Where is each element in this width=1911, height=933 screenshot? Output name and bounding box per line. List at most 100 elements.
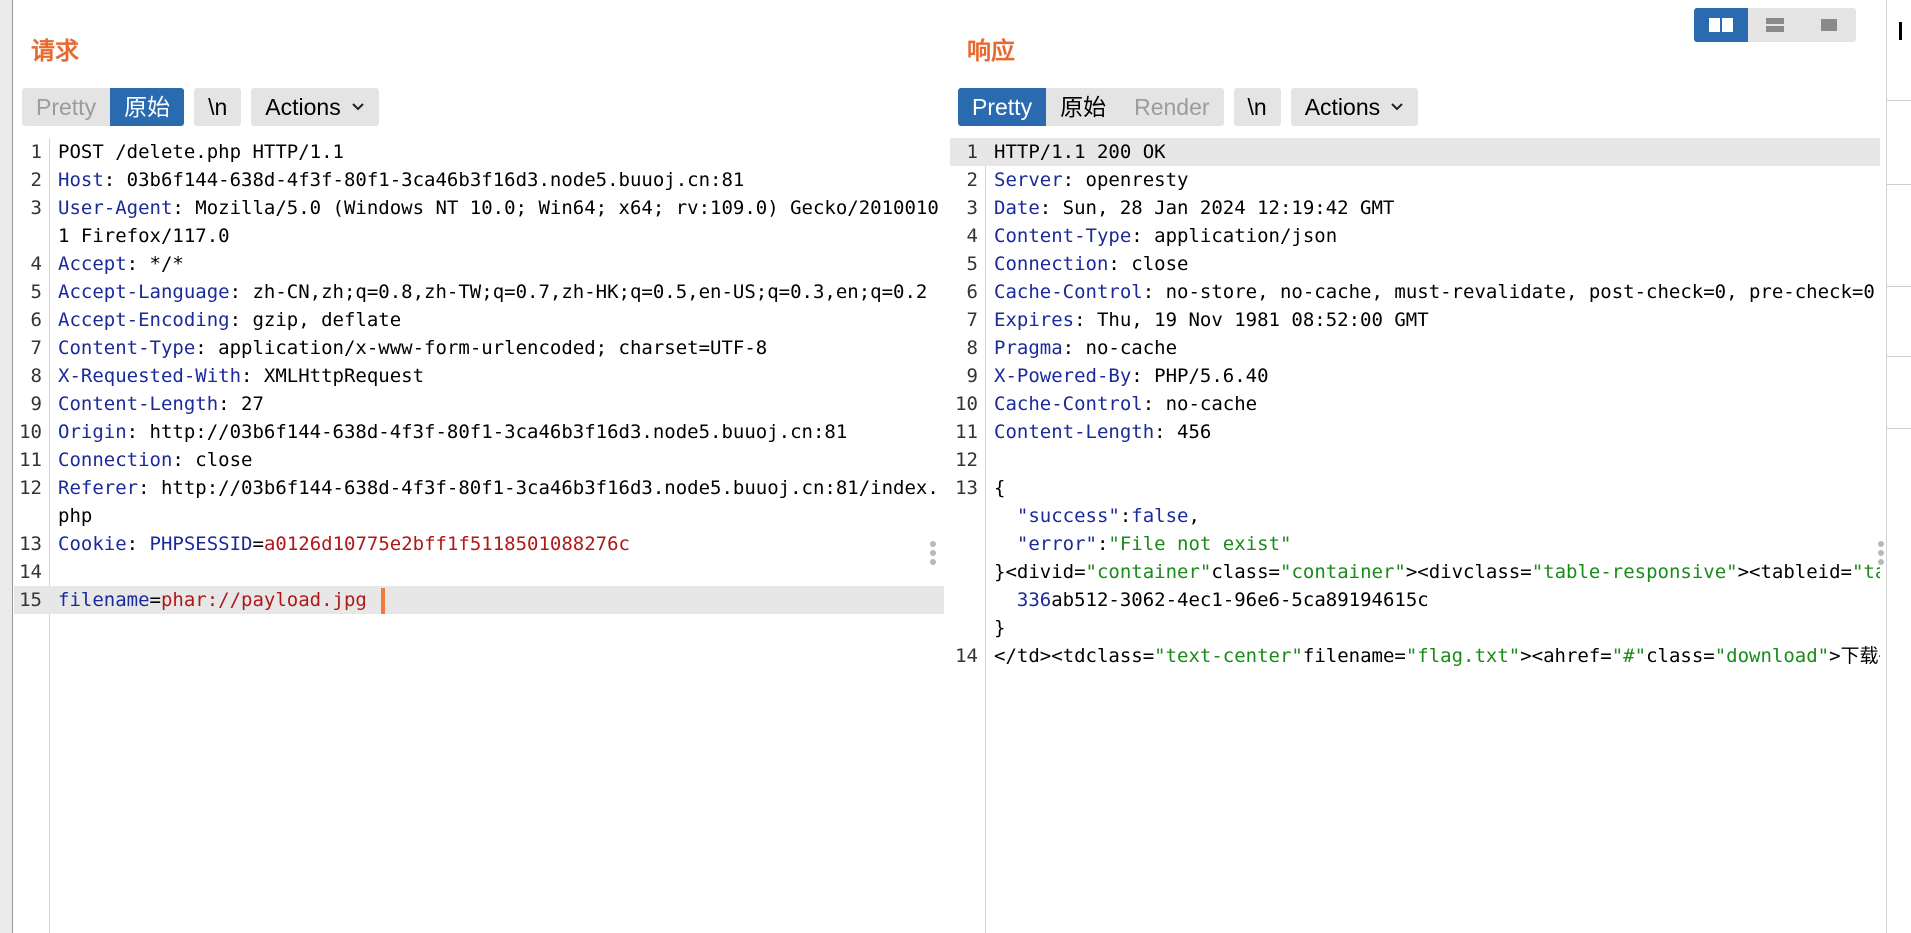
code-token: : application/json bbox=[1131, 225, 1338, 247]
code-line[interactable]: "success":false, bbox=[950, 502, 1880, 530]
code-token: : no-cache bbox=[1142, 393, 1258, 415]
code-line[interactable]: 14 </td><tdclass="text-center"filename="f… bbox=[950, 642, 1880, 670]
code-token: Referer bbox=[58, 477, 139, 499]
code-text: </td><tdclass="text-center"filename="fla… bbox=[986, 642, 1880, 670]
line-number bbox=[950, 502, 986, 530]
code-line[interactable]: 9 X-Powered-By: PHP/5.6.40 bbox=[950, 362, 1880, 390]
line-number: 8 bbox=[30, 365, 42, 387]
code-line[interactable]: 11 Connection: close bbox=[14, 446, 944, 474]
actions-label: Actions bbox=[1304, 94, 1381, 120]
code-line[interactable]: 1 HTTP/1.1 200 OK bbox=[950, 138, 1880, 166]
code-token: Accept-Encoding bbox=[58, 309, 230, 331]
code-token: = bbox=[252, 533, 264, 555]
code-token: Connection bbox=[58, 449, 173, 471]
code-token: : bbox=[1096, 533, 1109, 555]
code-line[interactable]: 12 bbox=[950, 446, 1880, 474]
line-number: 11 bbox=[19, 449, 42, 471]
code-token: Cache-Control bbox=[994, 281, 1143, 303]
code-line[interactable]: 12 Referer: http://03b6f144-638d-4f3f-80f… bbox=[14, 474, 944, 530]
code-token: "text-center" bbox=[1154, 645, 1303, 667]
code-token: ><tableid= bbox=[1737, 561, 1852, 583]
tab-raw[interactable]: 原始 bbox=[110, 88, 185, 126]
code-text: } bbox=[986, 614, 1880, 642]
code-token: "download" bbox=[1714, 645, 1830, 667]
code-line[interactable]: 13 { bbox=[950, 474, 1880, 502]
code-text: 336ab512-3062-4ec1-96e6-5ca89194615c bbox=[986, 586, 1880, 614]
code-line[interactable]: 11 Content-Length: 456 bbox=[950, 418, 1880, 446]
code-line[interactable]: 7 Expires: Thu, 19 Nov 1981 08:52:00 GMT bbox=[950, 306, 1880, 334]
code-line[interactable]: 336ab512-3062-4ec1-96e6-5ca89194615c bbox=[950, 586, 1880, 614]
code-line[interactable]: 7 Content-Type: application/x-www-form-ur… bbox=[14, 334, 944, 362]
code-line[interactable]: 8 Pragma: no-cache bbox=[950, 334, 1880, 362]
code-line[interactable]: 6 Cache-Control: no-store, no-cache, must… bbox=[950, 278, 1880, 306]
code-line[interactable]: 6 Accept-Encoding: gzip, deflate bbox=[14, 306, 944, 334]
newline-toggle-button[interactable]: \n bbox=[1233, 88, 1281, 126]
code-text: Content-Type: application/json bbox=[986, 222, 1880, 250]
code-token: ><ahref= bbox=[1520, 645, 1612, 667]
code-text: Date: Sun, 28 Jan 2024 12:19:42 GMT bbox=[986, 194, 1880, 222]
line-number: 8 bbox=[966, 337, 978, 359]
line-number: 14 bbox=[19, 561, 42, 583]
code-token: "success" bbox=[994, 505, 1120, 527]
code-line[interactable]: }<divid="container"class="container"><di… bbox=[950, 558, 1880, 586]
code-text: Content-Length: 27 bbox=[50, 390, 944, 418]
code-line[interactable]: 3 Date: Sun, 28 Jan 2024 12:19:42 GMT bbox=[950, 194, 1880, 222]
code-text: Server: openresty bbox=[986, 166, 1880, 194]
code-text: Accept-Language: zh-CN,zh;q=0.8,zh-TW;q=… bbox=[50, 278, 944, 306]
code-token: : */* bbox=[126, 253, 184, 275]
code-token: Expires bbox=[994, 309, 1075, 331]
code-text: Accept-Encoding: gzip, deflate bbox=[50, 306, 944, 334]
single-pane-icon[interactable] bbox=[1802, 8, 1856, 42]
code-line[interactable]: 3 User-Agent: Mozilla/5.0 (Windows NT 10.… bbox=[14, 194, 944, 250]
code-line[interactable]: 15 filename=phar://payload.jpg bbox=[14, 586, 944, 614]
code-token: : XMLHttpRequest bbox=[241, 365, 425, 387]
code-token: Origin bbox=[58, 421, 127, 443]
code-line[interactable]: 5 Connection: close bbox=[950, 250, 1880, 278]
code-token: = bbox=[149, 589, 161, 611]
code-line[interactable]: 9 Content-Length: 27 bbox=[14, 390, 944, 418]
code-token: User-Agent bbox=[58, 197, 173, 219]
code-line[interactable]: 10 Origin: http://03b6f144-638d-4f3f-80f1… bbox=[14, 418, 944, 446]
split-vertical-icon[interactable] bbox=[1748, 8, 1802, 42]
line-number: 1 bbox=[30, 141, 42, 163]
code-line[interactable]: 2 Host: 03b6f144-638d-4f3f-80f1-3ca46b3f1… bbox=[14, 166, 944, 194]
layout-switch bbox=[1694, 8, 1856, 42]
pane-resize-handle[interactable] bbox=[930, 538, 938, 568]
response-editor[interactable]: 1 HTTP/1.1 200 OK 2 Server: openresty 3 Date:… bbox=[950, 138, 1880, 933]
code-token: Server bbox=[994, 169, 1063, 191]
code-token: : application/x-www-form-urlencoded; cha… bbox=[195, 337, 768, 359]
code-line[interactable]: 13 Cookie: PHPSESSID=a0126d10775e2bff1f51… bbox=[14, 530, 944, 558]
code-token: } bbox=[994, 617, 1006, 639]
line-number: 10 bbox=[955, 393, 978, 415]
code-line[interactable]: } bbox=[950, 614, 1880, 642]
actions-button[interactable]: Actions bbox=[251, 88, 379, 126]
code-text: "error":"File not exist" bbox=[986, 530, 1880, 558]
tab-raw[interactable]: 原始 bbox=[1046, 88, 1120, 126]
code-token: HTTP/1.1 200 OK bbox=[994, 141, 1166, 163]
tab-pretty[interactable]: Pretty bbox=[958, 88, 1047, 126]
code-token: "table-responsive" bbox=[1531, 561, 1738, 583]
code-line[interactable]: 4 Content-Type: application/json bbox=[950, 222, 1880, 250]
request-editor[interactable]: 1 POST /delete.php HTTP/1.1 2 Host: 03b6f14… bbox=[14, 138, 944, 933]
pane-resize-handle[interactable] bbox=[1878, 538, 1886, 568]
tab-render[interactable]: Render bbox=[1120, 88, 1223, 126]
code-line[interactable]: 2 Server: openresty bbox=[950, 166, 1880, 194]
code-line[interactable]: 10 Cache-Control: no-cache bbox=[950, 390, 1880, 418]
line-number: 6 bbox=[30, 309, 42, 331]
code-line[interactable]: 5 Accept-Language: zh-CN,zh;q=0.8,zh-TW;q… bbox=[14, 278, 944, 306]
code-line[interactable]: 8 X-Requested-With: XMLHttpRequest bbox=[14, 362, 944, 390]
code-token: : http://03b6f144-638d-4f3f-80f1-3ca46b3… bbox=[126, 421, 848, 443]
code-line[interactable]: "error":"File not exist" bbox=[950, 530, 1880, 558]
code-text: Content-Length: 456 bbox=[986, 418, 1880, 446]
actions-button[interactable]: Actions bbox=[1290, 88, 1419, 126]
code-line[interactable]: 14 bbox=[14, 558, 944, 586]
newline-toggle-button[interactable]: \n bbox=[194, 88, 242, 126]
tab-pretty[interactable]: Pretty bbox=[22, 88, 110, 126]
code-text: Content-Type: application/x-www-form-url… bbox=[50, 334, 944, 362]
code-token: Pragma bbox=[994, 337, 1063, 359]
code-line[interactable]: 1 POST /delete.php HTTP/1.1 bbox=[14, 138, 944, 166]
split-horizontal-icon[interactable] bbox=[1694, 8, 1748, 42]
code-line[interactable]: 4 Accept: */* bbox=[14, 250, 944, 278]
line-number: 11 bbox=[955, 421, 978, 443]
